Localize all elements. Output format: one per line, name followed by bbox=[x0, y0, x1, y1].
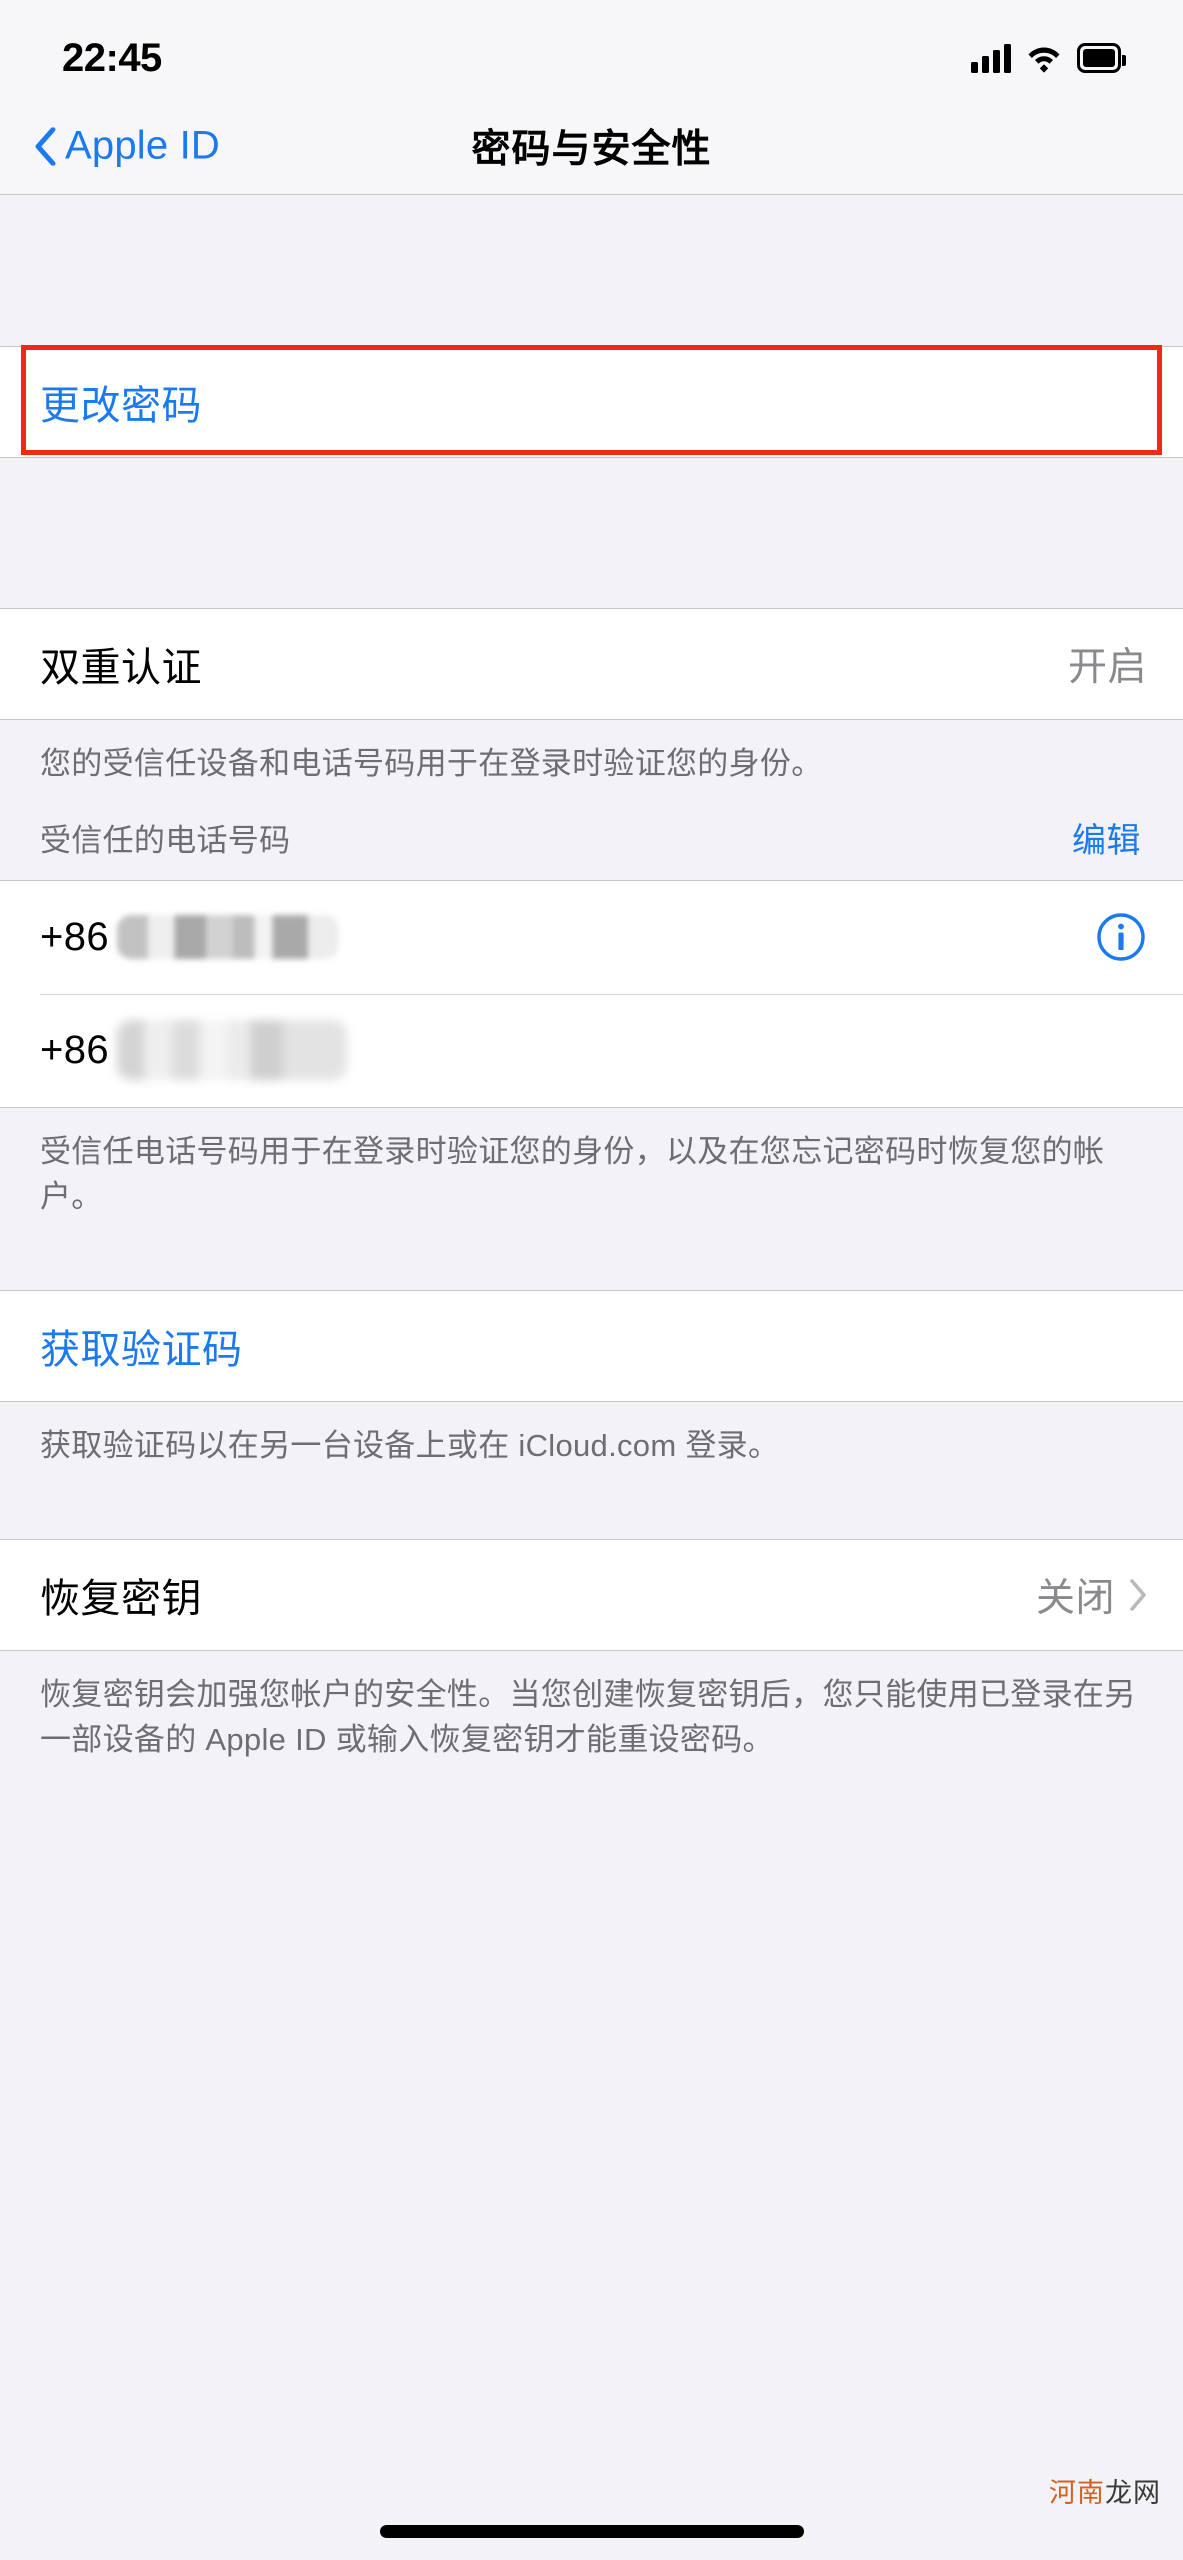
two-factor-footer: 您的受信任设备和电话号码用于在登录时验证您的身份。 bbox=[40, 746, 823, 781]
get-verification-code-label: 获取验证码 bbox=[40, 1327, 243, 1372]
change-password-label: 更改密码 bbox=[40, 384, 202, 428]
battery-icon bbox=[1077, 43, 1126, 73]
recovery-key-footer: 恢复密钥会加强您帐户的安全性。当您创建恢复密钥后，您只能使用已登录在另一部设备的… bbox=[40, 1676, 1136, 1757]
status-bar-time: 22:45 bbox=[62, 35, 162, 80]
change-password-group: 更改密码 bbox=[0, 346, 1183, 458]
verification-code-group: 获取验证码 bbox=[0, 1289, 1183, 1402]
settings-list: 更改密码 双重认证 开启 您的受信任设备和电话号码用于在登录时验证您的身份。 受… bbox=[0, 196, 1183, 2560]
change-password-row[interactable]: 更改密码 bbox=[0, 347, 1183, 457]
trusted-numbers-header-label: 受信任的电话号码 bbox=[40, 822, 291, 858]
recovery-key-status: 关闭 bbox=[1035, 1576, 1115, 1620]
two-factor-status: 开启 bbox=[1067, 646, 1147, 689]
two-factor-label: 双重认证 bbox=[40, 646, 202, 690]
two-factor-value-wrap: 开启 bbox=[1068, 636, 1147, 692]
info-icon[interactable] bbox=[1095, 911, 1147, 963]
home-indicator[interactable] bbox=[379, 2525, 804, 2538]
trusted-numbers-footer: 受信任电话号码用于在登录时验证您的身份，以及在您忘记密码时恢复您的帐户。 bbox=[40, 1133, 1105, 1214]
phone-country-code: +86 bbox=[40, 1027, 110, 1072]
group-gap-3 bbox=[0, 1485, 1183, 1539]
verification-code-footer: 获取验证码以在另一台设备上或在 iCloud.com 登录。 bbox=[40, 1427, 780, 1463]
phone-country-code: +86 bbox=[40, 914, 110, 959]
status-bar-indicators bbox=[971, 43, 1126, 73]
trusted-phone-left-1: +86 bbox=[40, 914, 340, 960]
trusted-phone-row[interactable]: +86 bbox=[0, 880, 1183, 994]
watermark: 河南龙网 bbox=[1049, 2471, 1161, 2510]
recovery-key-row[interactable]: 恢复密钥 关闭 bbox=[0, 1539, 1183, 1650]
group-gap-2 bbox=[0, 1236, 1183, 1290]
get-verification-code-row[interactable]: 获取验证码 bbox=[0, 1290, 1183, 1401]
two-factor-row[interactable]: 双重认证 开启 bbox=[0, 609, 1183, 719]
two-factor-group: 双重认证 开启 bbox=[0, 608, 1183, 720]
redacted-phone-number bbox=[117, 915, 340, 960]
recovery-key-group: 恢复密钥 关闭 bbox=[0, 1538, 1183, 1651]
watermark-part-b: 龙网 bbox=[1105, 2478, 1161, 2508]
iphone-screen: 22:45 Apple ID 密码与安全性 更改密码 双重认证 开启 您的受信任… bbox=[0, 0, 1183, 2560]
status-bar: 22:45 bbox=[0, 0, 1183, 98]
top-spacer bbox=[0, 196, 1183, 346]
redacted-phone-number bbox=[117, 1020, 348, 1081]
wifi-icon bbox=[1028, 47, 1060, 73]
navigation-bar: Apple ID 密码与安全性 bbox=[0, 98, 1183, 195]
trusted-numbers-group: +86 +86 bbox=[0, 879, 1183, 1108]
recovery-key-value-wrap: 关闭 bbox=[1036, 1567, 1147, 1623]
page-title: 密码与安全性 bbox=[471, 128, 712, 171]
trusted-phone-left-2: +86 bbox=[40, 1020, 348, 1081]
trusted-phone-row[interactable]: +86 bbox=[0, 993, 1183, 1107]
watermark-part-a: 河南 bbox=[1049, 2478, 1105, 2508]
chevron-right-icon bbox=[1130, 1578, 1146, 1611]
cellular-signal-icon bbox=[971, 43, 1011, 73]
group-gap-1 bbox=[0, 458, 1183, 608]
trusted-numbers-header: 受信任的电话号码 编辑 bbox=[0, 803, 1183, 880]
edit-button[interactable]: 编辑 bbox=[1072, 813, 1141, 862]
recovery-key-label: 恢复密钥 bbox=[40, 1576, 202, 1621]
